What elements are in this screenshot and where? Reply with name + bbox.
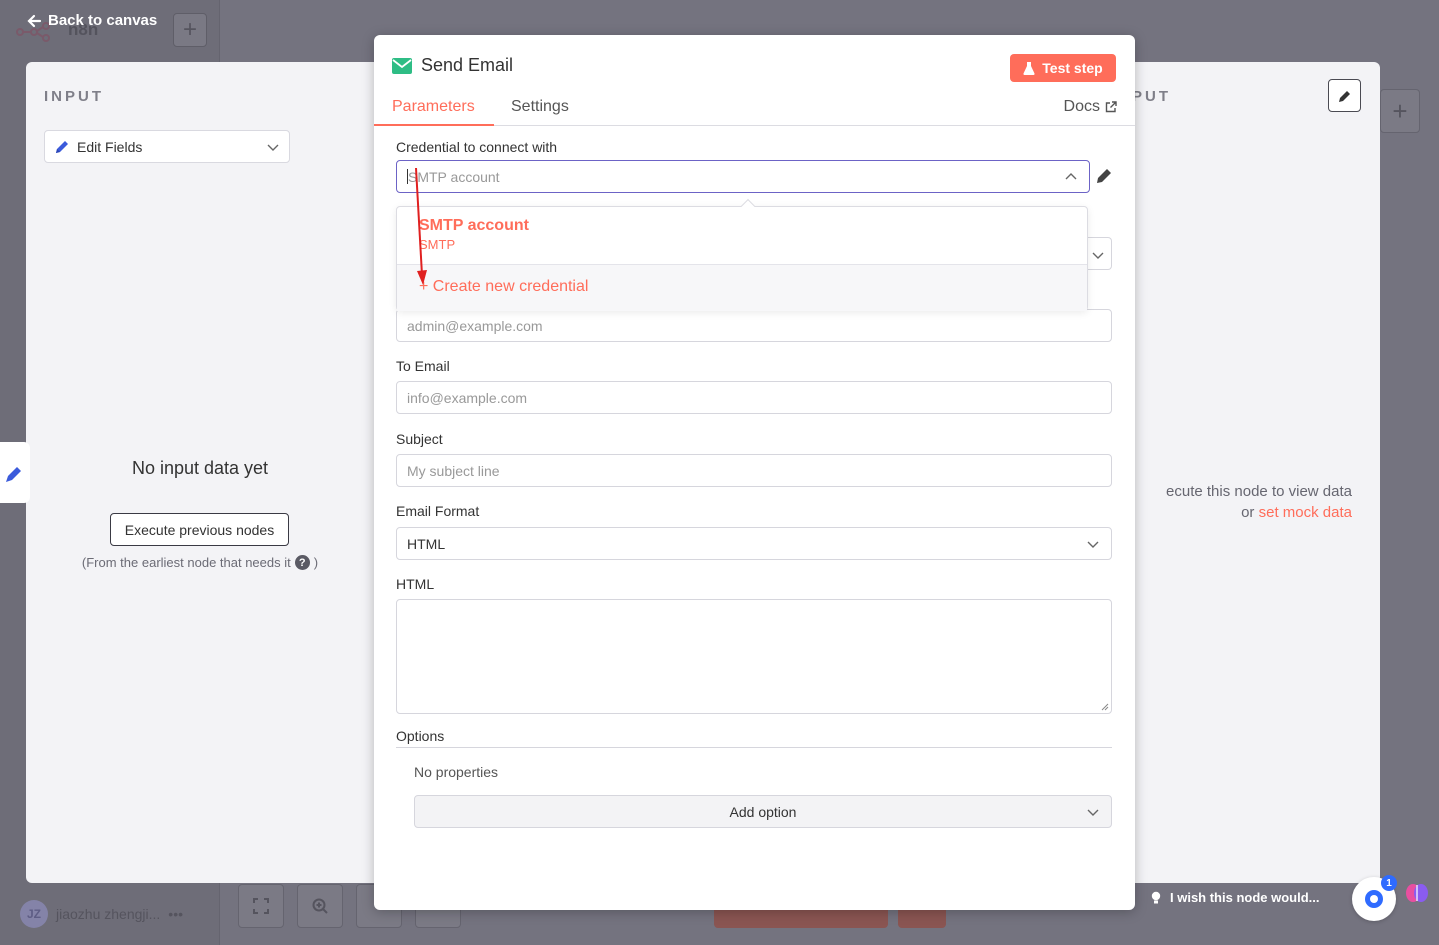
- docs-link[interactable]: Docs: [1064, 98, 1117, 116]
- to-email-label: To Email: [396, 358, 450, 374]
- chevron-up-icon: [1065, 173, 1077, 180]
- subject-placeholder: My subject line: [407, 462, 500, 479]
- chevron-down-icon: [267, 144, 279, 151]
- output-or-text: or: [1241, 504, 1255, 521]
- feedback-text: I wish this node would...: [1170, 890, 1320, 905]
- html-textarea[interactable]: [396, 599, 1112, 714]
- add-option-label: Add option: [729, 803, 797, 820]
- add-node-button[interactable]: +: [1380, 89, 1420, 133]
- add-workflow-button[interactable]: +: [173, 13, 207, 47]
- lightbulb-icon: [1151, 891, 1161, 903]
- chat-icon: [1365, 890, 1383, 908]
- back-to-canvas-link[interactable]: Back to canvas: [26, 12, 157, 29]
- plus-icon: +: [419, 278, 429, 295]
- email-format-label: Email Format: [396, 503, 480, 519]
- user-name: jiaozhu zhengji...: [56, 906, 161, 922]
- credential-option[interactable]: SMTP account SMTP: [397, 207, 1087, 264]
- create-new-credential-option[interactable]: + Create new credential: [397, 264, 1087, 311]
- tab-parameters[interactable]: Parameters: [392, 98, 475, 116]
- chevron-down-icon: [1087, 809, 1099, 816]
- email-format-value: HTML: [407, 535, 446, 552]
- execute-previous-nodes-button[interactable]: Execute previous nodes: [110, 513, 289, 546]
- input-panel-label: INPUT: [44, 88, 104, 105]
- input-panel: INPUT Edit Fields No input data yet Exec…: [26, 62, 386, 883]
- input-node-select-value: Edit Fields: [77, 138, 143, 155]
- no-properties-text: No properties: [414, 764, 499, 780]
- node-title[interactable]: Send Email: [421, 55, 513, 76]
- active-tab-underline: [374, 124, 494, 126]
- left-drag-tab[interactable]: [0, 442, 30, 503]
- more-icon[interactable]: •••: [168, 906, 183, 922]
- node-header: Send Email: [392, 55, 513, 76]
- fit-view-button[interactable]: [238, 884, 284, 928]
- back-to-canvas-label: Back to canvas: [48, 12, 158, 29]
- pencil-icon: [56, 140, 68, 153]
- credential-label: Credential to connect with: [396, 139, 558, 155]
- to-email-placeholder: info@example.com: [407, 389, 528, 406]
- tab-settings[interactable]: Settings: [511, 98, 569, 116]
- zoom-in-icon: [312, 898, 328, 914]
- create-new-credential-label: Create new credential: [432, 278, 589, 295]
- chevron-down-icon: [1092, 252, 1104, 259]
- user-menu[interactable]: JZ jiaozhu zhengji... •••: [20, 900, 183, 928]
- pencil-icon: [1338, 90, 1350, 102]
- node-tabs: Parameters Settings Docs: [374, 91, 1135, 126]
- edit-credential-icon[interactable]: [1095, 167, 1113, 185]
- output-empty-line: ecute this node to view data: [1166, 483, 1352, 500]
- arrow-left-icon: [27, 14, 42, 27]
- brain-icon: [1406, 884, 1428, 902]
- input-node-select[interactable]: Edit Fields: [44, 130, 290, 163]
- feedback-link[interactable]: I wish this node would...: [1150, 890, 1320, 905]
- from-hidden-select: [1084, 237, 1112, 270]
- email-format-select[interactable]: HTML: [396, 527, 1112, 560]
- ai-assistant-button[interactable]: [1401, 877, 1433, 909]
- set-mock-data-link[interactable]: set mock data: [1259, 504, 1352, 521]
- credential-select[interactable]: SMTP account: [396, 160, 1090, 193]
- from-email-input[interactable]: admin@example.com: [396, 309, 1112, 342]
- docs-label: Docs: [1063, 98, 1100, 115]
- edit-output-button[interactable]: [1328, 79, 1361, 112]
- chat-badge: 1: [1381, 875, 1397, 891]
- flask-icon: [1023, 62, 1035, 75]
- node-details-modal: Send Email Test step Parameters Settings…: [374, 35, 1135, 910]
- from-email-placeholder: admin@example.com: [407, 317, 543, 334]
- test-step-label: Test step: [1042, 60, 1103, 76]
- credential-placeholder: SMTP account: [408, 168, 500, 185]
- pencil-icon: [6, 466, 21, 482]
- subject-label: Subject: [396, 431, 443, 447]
- credential-option-type: SMTP: [419, 237, 456, 252]
- subject-input[interactable]: My subject line: [396, 454, 1112, 487]
- resize-handle-icon[interactable]: [1101, 703, 1109, 711]
- empty-input-title: No input data yet: [131, 458, 269, 478]
- to-email-input[interactable]: info@example.com: [396, 381, 1112, 414]
- output-empty-message: ecute this node to view data or set mock…: [1120, 481, 1352, 523]
- chevron-down-icon: [1087, 541, 1099, 548]
- output-panel: PUT ecute this node to view data or set …: [1120, 62, 1380, 883]
- execute-hint-text: (From the earliest node that needs it: [81, 555, 291, 570]
- options-divider: [396, 747, 1112, 748]
- html-label: HTML: [396, 576, 435, 592]
- execute-hint-close: ): [313, 555, 319, 570]
- zoom-in-button[interactable]: [297, 884, 343, 928]
- external-link-icon: [1105, 101, 1117, 113]
- output-panel-label: PUT: [1132, 88, 1171, 105]
- add-option-select[interactable]: Add option: [414, 795, 1112, 828]
- avatar: JZ: [20, 900, 48, 928]
- mail-icon: [392, 57, 412, 74]
- execute-hint: (From the earliest node that needs it ? …: [26, 555, 374, 570]
- credential-dropdown: SMTP account SMTP + Create new credentia…: [396, 198, 1088, 311]
- options-label: Options: [396, 728, 445, 744]
- credential-option-name: SMTP account: [419, 217, 529, 234]
- expand-icon: [253, 898, 269, 914]
- test-step-button[interactable]: Test step: [1010, 54, 1116, 82]
- question-icon[interactable]: ?: [294, 555, 310, 570]
